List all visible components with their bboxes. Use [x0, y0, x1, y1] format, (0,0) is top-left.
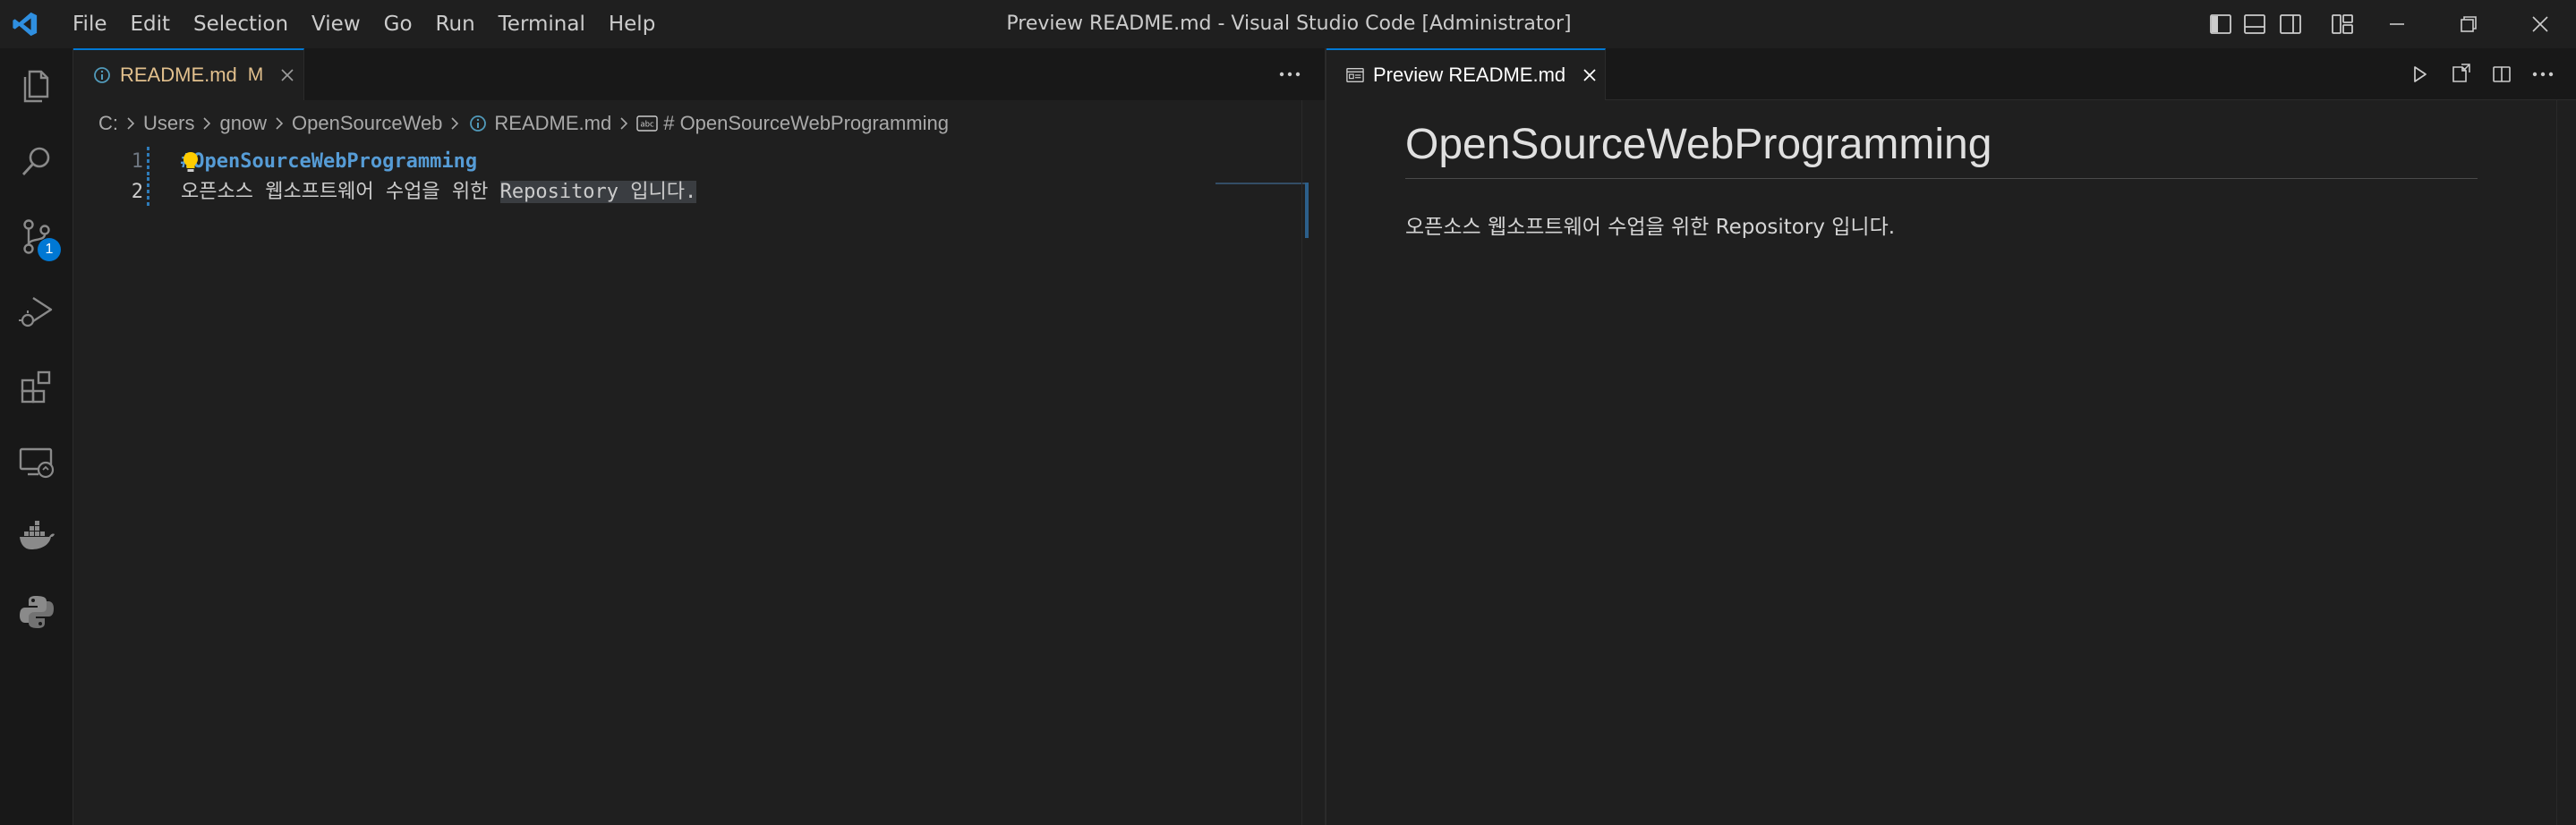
- run-button[interactable]: [2406, 61, 2433, 88]
- window-title: Preview README.md - Visual Studio Code […: [1006, 13, 1572, 35]
- tab-close-button[interactable]: [277, 65, 297, 85]
- restore-icon: [2461, 16, 2477, 32]
- open-source-button[interactable]: [2447, 61, 2474, 88]
- close-icon: [2532, 16, 2548, 32]
- markdown-preview: OpenSourceWebProgramming 오픈소스 웹소프트웨어 수업을…: [1405, 100, 2478, 240]
- toggle-panel-icon[interactable]: [2243, 13, 2266, 36]
- plain-text: 오픈소스 웹소프트웨어 수업을 위한: [181, 181, 500, 203]
- remote-explorer-icon: [19, 447, 55, 479]
- tab-bar-right: Preview README.md: [1326, 48, 2576, 100]
- breadcrumb-users[interactable]: Users: [143, 112, 194, 135]
- svg-text:abc: abc: [641, 121, 655, 130]
- lightbulb-icon[interactable]: [181, 150, 200, 174]
- activity-explorer[interactable]: [0, 48, 73, 123]
- activity-search[interactable]: [0, 123, 73, 199]
- string-symbol-icon: abc: [636, 115, 658, 132]
- tab-label: README.md: [120, 64, 237, 86]
- menu-terminal[interactable]: Terminal: [487, 0, 597, 48]
- source-control-badge: 1: [38, 238, 61, 261]
- menu-view[interactable]: View: [300, 0, 372, 48]
- preview-paragraph: 오픈소스 웹소프트웨어 수업을 위한 Repository 입니다.: [1405, 216, 1896, 239]
- close-icon: [281, 69, 294, 81]
- chevron-right-icon: [198, 115, 216, 132]
- vscode-logo-icon: [13, 12, 38, 37]
- open-file-icon: [2452, 64, 2470, 82]
- info-icon: [93, 66, 111, 84]
- minimize-icon: [2390, 23, 2404, 25]
- code-line: 2 오픈소스 웹소프트웨어 수업을 위한 Repository 입니다.: [73, 177, 1309, 208]
- line-number: 1: [131, 150, 143, 173]
- tab-preview-readme[interactable]: Preview README.md: [1326, 48, 1606, 100]
- menu-run[interactable]: Run: [424, 0, 487, 48]
- breadcrumb-heading-symbol[interactable]: # OpenSourceWebProgramming: [663, 112, 949, 135]
- code-editor[interactable]: 1 #OpenSourceWebProgramming 2 오픈소스 웹소프트웨…: [73, 147, 1309, 825]
- activity-remote-explorer[interactable]: [0, 424, 73, 499]
- toggle-secondary-sidebar-icon[interactable]: [2279, 13, 2302, 36]
- breadcrumb-drive[interactable]: C:: [98, 112, 118, 135]
- menu-file[interactable]: File: [61, 0, 119, 48]
- tab-bar-left: README.md M: [73, 48, 1325, 100]
- breadcrumb: C: Users gnow OpenSourceWeb README.md ab…: [98, 100, 949, 147]
- line-text: #OpenSourceWebProgramming: [181, 147, 477, 177]
- activity-run-debug[interactable]: [0, 274, 73, 349]
- menu-help[interactable]: Help: [597, 0, 667, 48]
- minimize-button[interactable]: [2359, 0, 2435, 48]
- breadcrumb-user[interactable]: gnow: [219, 112, 267, 135]
- chevron-right-icon: [446, 115, 464, 132]
- activity-docker[interactable]: [0, 499, 73, 574]
- chevron-right-icon: [270, 115, 288, 132]
- preview-heading: OpenSourceWebProgramming: [1405, 100, 2478, 179]
- customize-layout-icon[interactable]: [2331, 13, 2354, 36]
- menu-edit[interactable]: Edit: [119, 0, 183, 48]
- run-debug-icon: [19, 296, 53, 327]
- split-editor-icon: [2493, 66, 2511, 82]
- code-line: 1 #OpenSourceWebProgramming: [73, 147, 1309, 177]
- extensions-icon: [21, 370, 51, 404]
- breadcrumb-folder[interactable]: OpenSourceWeb: [292, 112, 442, 135]
- activity-python[interactable]: [0, 574, 73, 650]
- tab-readme[interactable]: README.md M: [73, 48, 304, 100]
- restore-button[interactable]: [2431, 0, 2506, 48]
- menu-bar: File Edit Selection View Go Run Terminal…: [61, 0, 667, 48]
- tab-close-button[interactable]: [1580, 65, 1599, 85]
- play-icon: [2414, 66, 2427, 82]
- editor-group-right: Preview README.md OpenSourceWebProgrammi…: [1326, 48, 2576, 825]
- activity-source-control[interactable]: 1: [0, 199, 73, 274]
- menu-selection[interactable]: Selection: [182, 0, 300, 48]
- heading-text: OpenSourceWebProgramming: [192, 150, 478, 173]
- line-text: 오픈소스 웹소프트웨어 수업을 위한 Repository 입니다.: [181, 177, 697, 208]
- minimap[interactable]: [1215, 183, 1305, 184]
- chevron-right-icon: [122, 115, 140, 132]
- info-icon: [467, 115, 489, 132]
- close-window-button[interactable]: [2503, 0, 2576, 48]
- docker-icon: [20, 521, 55, 549]
- explorer-icon: [23, 70, 49, 103]
- preview-scrollbar[interactable]: [2556, 100, 2576, 825]
- split-editor-button[interactable]: [2488, 61, 2515, 88]
- menu-go[interactable]: Go: [372, 0, 424, 48]
- chevron-right-icon: [615, 115, 633, 132]
- modified-gutter-indicator: [147, 177, 149, 208]
- selected-text: Repository 입니다.: [499, 181, 697, 203]
- preview-icon: [1346, 66, 1364, 84]
- modified-indicator: M: [247, 64, 264, 85]
- breadcrumb-file[interactable]: README.md: [494, 112, 611, 135]
- activity-extensions[interactable]: [0, 349, 73, 424]
- editor-group-left: README.md M C: Users gnow OpenSourceWeb …: [73, 48, 1325, 825]
- more-actions-icon: [2532, 72, 2554, 77]
- search-icon: [21, 147, 50, 175]
- modified-gutter-indicator: [147, 147, 149, 177]
- activity-bar: 1: [0, 48, 73, 825]
- line-number: 2: [131, 181, 143, 203]
- title-bar: File Edit Selection View Go Run Terminal…: [0, 0, 2576, 48]
- more-actions-icon[interactable]: [1275, 61, 1305, 88]
- vertical-scrollbar[interactable]: [1301, 100, 1325, 825]
- tab-label: Preview README.md: [1373, 64, 1566, 86]
- python-icon: [20, 596, 54, 628]
- more-actions-button[interactable]: [2529, 61, 2556, 88]
- close-icon: [1583, 69, 1596, 81]
- toggle-primary-sidebar-icon[interactable]: [2209, 13, 2232, 36]
